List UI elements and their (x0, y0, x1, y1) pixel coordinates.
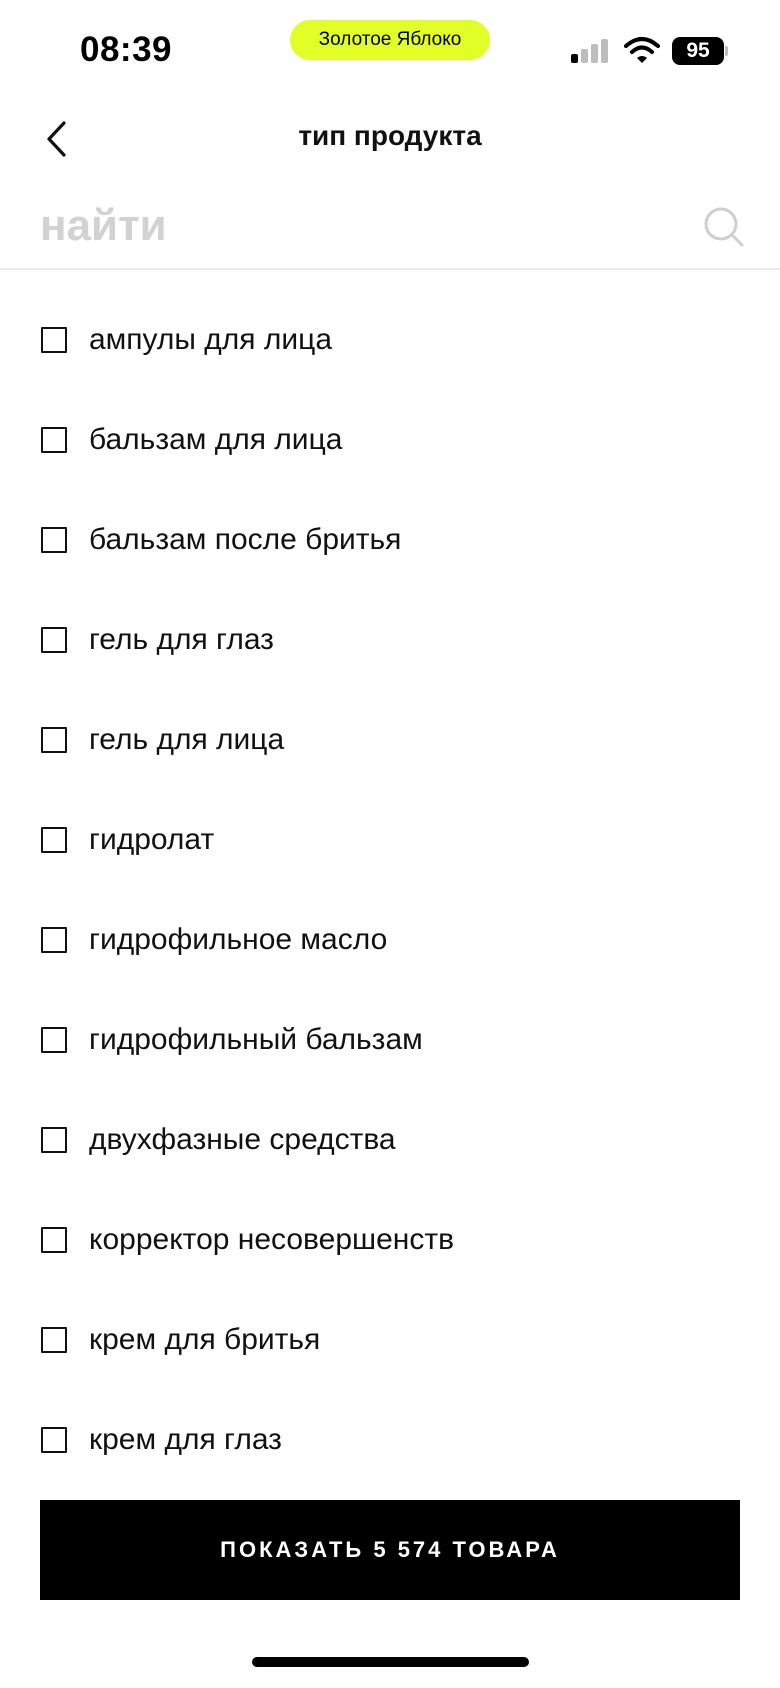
list-item[interactable]: гель для лица (0, 690, 780, 790)
checkbox[interactable] (41, 1227, 67, 1253)
list-item[interactable]: бальзам для лица (0, 390, 780, 490)
item-label: гидрофильный бальзам (89, 1023, 423, 1056)
list-item[interactable]: двухфазные средства (0, 1090, 780, 1190)
checkbox[interactable] (41, 927, 67, 953)
item-label: бальзам после бритья (89, 523, 402, 556)
list-item[interactable]: гель для глаз (0, 590, 780, 690)
app-name-pill[interactable]: Золотое Яблоко (290, 20, 490, 60)
item-label: гидрофильное масло (89, 923, 388, 956)
list-item[interactable]: гидрофильное масло (0, 890, 780, 990)
battery-icon: 95 (672, 37, 728, 65)
item-label: двухфазные средства (89, 1123, 396, 1156)
search-bar (0, 186, 780, 270)
list-item[interactable]: крем для бритья (0, 1290, 780, 1390)
checkbox[interactable] (41, 427, 67, 453)
item-label: гидролат (89, 823, 215, 856)
item-label: крем для бритья (89, 1323, 321, 1356)
list-item[interactable]: крем для глаз (0, 1390, 780, 1490)
list-item[interactable]: корректор несовершенств (0, 1190, 780, 1290)
page-title: тип продукта (298, 120, 482, 151)
checkbox[interactable] (41, 327, 67, 353)
item-label: бальзам для лица (89, 423, 343, 456)
checkbox[interactable] (41, 1027, 67, 1053)
item-label: гель для лица (89, 723, 285, 756)
item-label: корректор несовершенств (89, 1223, 455, 1256)
item-label: ампулы для лица (89, 323, 333, 356)
status-time: 08:39 (80, 30, 173, 69)
checkbox[interactable] (41, 827, 67, 853)
cellular-signal-icon (571, 39, 609, 63)
home-indicator[interactable] (252, 1657, 529, 1667)
checkbox[interactable] (41, 1427, 67, 1453)
battery-level: 95 (672, 37, 724, 65)
status-bar: 08:39 Золотое Яблоко 95 (0, 0, 780, 100)
checkbox[interactable] (41, 727, 67, 753)
item-label: крем для глаз (89, 1423, 282, 1456)
checkbox[interactable] (41, 527, 67, 553)
item-label: гель для глаз (89, 623, 274, 656)
search-icon[interactable] (703, 206, 745, 248)
checkbox[interactable] (41, 1127, 67, 1153)
list-item[interactable]: гидролат (0, 790, 780, 890)
search-input[interactable] (40, 196, 680, 256)
wifi-icon (624, 37, 660, 63)
checkbox[interactable] (41, 1327, 67, 1353)
list-item[interactable]: бальзам после бритья (0, 490, 780, 590)
list-item[interactable]: ампулы для лица (0, 290, 780, 390)
list-item[interactable]: гидрофильный бальзам (0, 990, 780, 1090)
product-type-list: ампулы для лица бальзам для лица бальзам… (0, 290, 780, 1490)
header: тип продукта (0, 100, 780, 180)
show-products-button[interactable]: ПОКАЗАТЬ 5 574 ТОВАРА (40, 1500, 740, 1600)
checkbox[interactable] (41, 627, 67, 653)
